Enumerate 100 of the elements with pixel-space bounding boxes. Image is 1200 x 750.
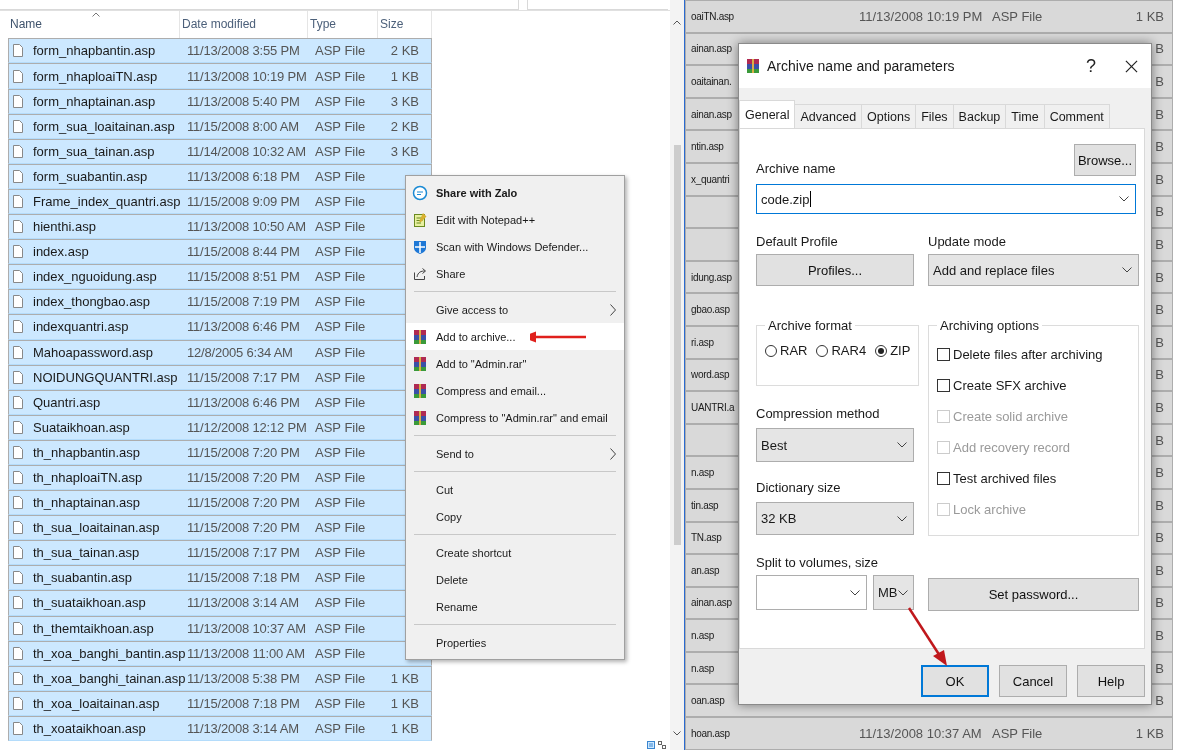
scroll-up-icon[interactable] <box>673 20 681 25</box>
file-size: B <box>1155 106 1164 122</box>
unit-dropdown[interactable]: MB <box>873 575 914 610</box>
file-icon <box>13 345 23 359</box>
file-name: indexquantri.asp <box>33 319 130 335</box>
file-name: x_quantri <box>691 173 730 185</box>
file-name: form_nhapbantin.asp <box>33 43 157 59</box>
scrollbar[interactable] <box>670 0 684 750</box>
file-name: idung.asp <box>691 271 732 283</box>
file-row[interactable]: th_xoataikhoan.asp 11/13/2008 3:14 AM ASP File 1 KB <box>8 715 432 741</box>
file-type: ASP File <box>314 219 367 235</box>
file-name: hoan.asp <box>691 727 730 739</box>
checkbox[interactable] <box>937 379 950 392</box>
file-name: th_suabantin.asp <box>33 570 134 586</box>
file-name: index.asp <box>33 244 90 260</box>
file-icon <box>13 646 23 660</box>
file-icon <box>13 245 23 259</box>
file-icon <box>13 119 23 133</box>
date-modified: 12/8/2005 6:34 AM <box>187 344 294 360</box>
date-modified: 11/13/2008 3:14 AM <box>187 595 300 611</box>
checkbox-label: Test archived files <box>953 471 1057 486</box>
file-name: TN.asp <box>691 532 722 544</box>
file-type: ASP File <box>314 294 367 310</box>
file-row[interactable]: hoan.asp 11/13/2008 10:37 AM ASP File 1 KB <box>685 717 1173 750</box>
date-modified: 11/15/2008 7:18 PM <box>187 695 301 711</box>
dialog-button[interactable]: OK <box>921 665 989 697</box>
share-icon <box>412 265 428 282</box>
browse-button[interactable]: Browse... <box>1074 144 1136 176</box>
file-row[interactable]: form_sua_loaitainan.asp 11/15/2008 8:00 AM ASP File 2 KB <box>8 113 432 139</box>
file-name: Mahoapassword.asp <box>33 344 154 360</box>
file-name: ri.asp <box>691 336 714 348</box>
file-type: ASP File <box>314 545 367 561</box>
date-modified: 11/15/2008 7:20 PM <box>187 520 301 536</box>
large-icons-view-icon[interactable] <box>658 741 666 749</box>
file-size: B <box>1155 660 1164 676</box>
file-size: B <box>1155 628 1164 644</box>
file-name: tin.asp <box>691 499 719 511</box>
dialog-button[interactable]: Help <box>1077 665 1145 697</box>
dropdown[interactable]: Add and replace files <box>928 254 1139 286</box>
file-name: form_nhaploaiTN.asp <box>33 68 159 84</box>
date-modified: 11/15/2008 9:09 PM <box>187 194 301 209</box>
file-row[interactable]: oaiTN.asp 11/13/2008 10:19 PM ASP File 1 KB <box>685 0 1173 33</box>
volume-size-field[interactable] <box>756 575 867 610</box>
books-stack-icon <box>412 328 428 345</box>
archive-name-field[interactable]: code.zip <box>756 184 1136 214</box>
file-row[interactable]: th_xoa_banghi_tainan.asp 11/13/2008 5:38 PM ASP File 1 KB <box>8 665 432 691</box>
file-name: oaiTN.asp <box>691 10 734 22</box>
checkbox-label: Create solid archive <box>953 409 1068 424</box>
details-view-icon[interactable] <box>647 741 655 749</box>
dropdown[interactable]: 32 KB <box>756 502 914 535</box>
file-name: th_xoa_loaitainan.asp <box>33 695 161 711</box>
file-type: ASP File <box>314 645 367 661</box>
file-name: ainan.asp <box>691 597 732 609</box>
chevron-right-icon <box>610 304 616 316</box>
file-row[interactable]: th_xoa_loaitainan.asp 11/15/2008 7:18 PM ASP File 1 KB <box>8 690 432 716</box>
file-name: th_nhaptainan.asp <box>33 495 141 511</box>
file-name: hienthi.asp <box>33 219 97 235</box>
checkbox[interactable] <box>937 472 950 485</box>
profiles-button[interactable]: Profiles... <box>756 254 914 286</box>
set-password-button[interactable]: Set password... <box>928 578 1139 611</box>
file-size: B <box>1155 236 1164 252</box>
address-field[interactable] <box>0 0 519 10</box>
books-stack-icon <box>412 409 428 426</box>
file-icon <box>13 320 23 334</box>
file-row[interactable]: form_nhaploaiTN.asp 11/13/2008 10:19 PM ASP File 1 KB <box>8 63 432 89</box>
help-button[interactable]: ? <box>1071 50 1111 82</box>
file-type: ASP File <box>314 620 367 636</box>
file-type: ASP File <box>314 344 367 360</box>
date-modified: 11/13/2008 10:37 AM <box>187 620 307 636</box>
date-modified: 11/13/2008 10:37 AM <box>859 725 982 741</box>
file-row[interactable]: form_nhaptainan.asp 11/13/2008 5:40 PM ASP File 3 KB <box>8 88 432 114</box>
dropdown[interactable]: Best <box>756 428 914 462</box>
scroll-down-icon[interactable] <box>673 731 681 736</box>
file-size: 1 KB <box>390 68 419 84</box>
tab[interactable]: Comment <box>1043 104 1110 128</box>
checkbox[interactable] <box>937 348 950 361</box>
file-size: 1 KB <box>1135 725 1164 741</box>
date-modified: 11/13/2008 10:19 PM <box>187 68 308 84</box>
file-icon <box>13 195 23 208</box>
file-row[interactable]: form_sua_tainan.asp 11/14/2008 10:32 AM ASP File 3 KB <box>8 138 432 164</box>
file-icon <box>13 295 23 309</box>
file-type: ASP File <box>314 495 367 511</box>
file-row[interactable]: form_nhapbantin.asp 11/13/2008 3:55 PM ASP File 2 KB <box>8 38 432 64</box>
date-modified: 11/15/2008 8:00 AM <box>187 118 300 134</box>
date-modified: 11/15/2008 7:18 PM <box>187 570 301 586</box>
file-size: 3 KB <box>390 93 419 109</box>
search-field[interactable] <box>527 0 668 10</box>
menu-item[interactable]: Add to archive... <box>406 323 624 350</box>
file-name: ainan.asp <box>691 108 732 120</box>
file-name: form_sua_loaitainan.asp <box>33 118 176 134</box>
field-label: Default Profile <box>756 234 839 250</box>
file-name: th_xoa_banghi_tainan.asp <box>33 670 187 686</box>
date-modified: 11/13/2008 6:46 PM <box>187 319 301 335</box>
dialog-button[interactable]: Cancel <box>999 665 1067 697</box>
chevron-down-icon <box>1122 267 1132 273</box>
file-icon <box>13 696 23 710</box>
scrollbar-thumb[interactable] <box>673 145 681 545</box>
tab[interactable]: General <box>739 100 796 128</box>
date-modified: 11/15/2008 7:20 PM <box>187 470 301 485</box>
file-size: B <box>1155 432 1164 448</box>
